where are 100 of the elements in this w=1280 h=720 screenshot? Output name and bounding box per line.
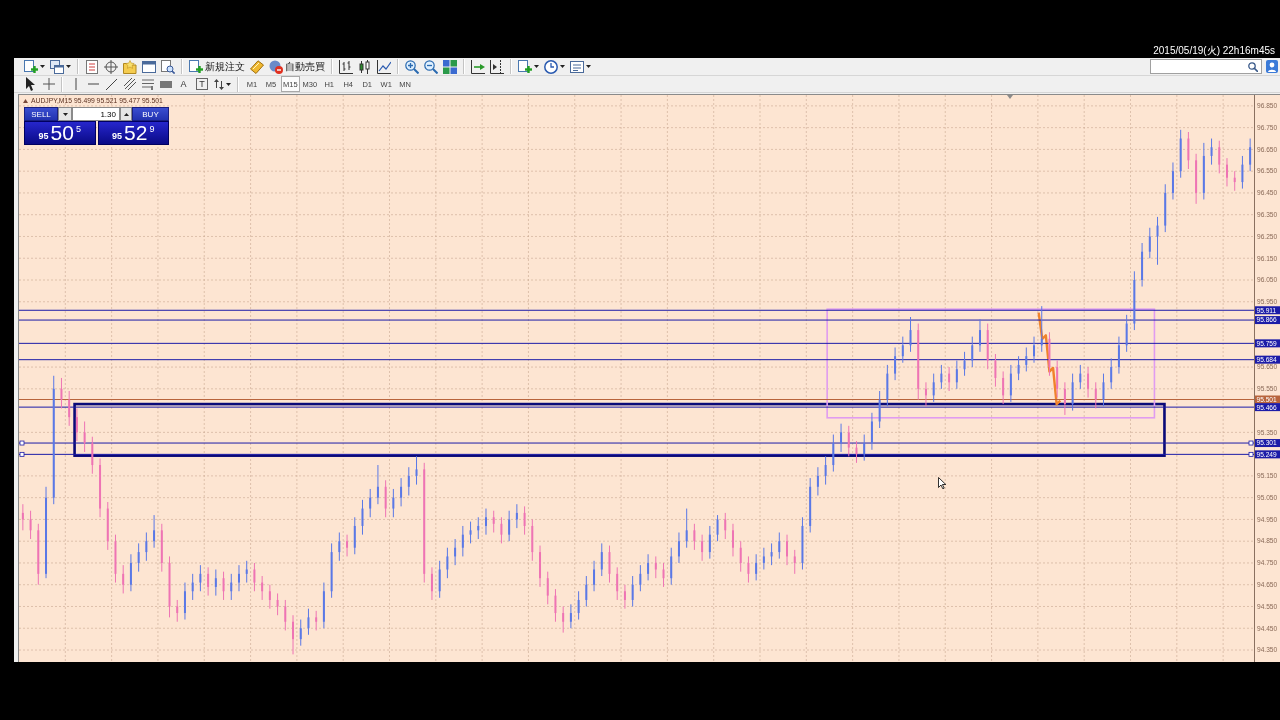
- candle: [670, 547, 673, 586]
- price-pips: 50: [50, 122, 74, 144]
- candle: [268, 584, 271, 610]
- candle: [322, 582, 325, 629]
- toolbar-button[interactable]: [469, 58, 487, 75]
- shift-marker-icon[interactable]: [1007, 95, 1013, 99]
- candle: [29, 510, 32, 540]
- candle: [863, 434, 866, 462]
- candle: [99, 458, 102, 518]
- candle: [1125, 314, 1128, 353]
- handle-icon[interactable]: [1248, 440, 1254, 446]
- toolbar-button[interactable]: [121, 76, 138, 92]
- toolbar-button[interactable]: [159, 58, 177, 75]
- candle: [438, 560, 441, 599]
- candle: [1233, 170, 1236, 192]
- candle: [762, 547, 765, 570]
- candle: [75, 407, 78, 442]
- candle: [809, 477, 812, 533]
- candle: [276, 592, 279, 616]
- candle: [261, 575, 264, 601]
- bar-chart-icon: [339, 59, 353, 74]
- candle: [1210, 138, 1213, 166]
- candle: [546, 571, 549, 605]
- candle: [878, 390, 881, 429]
- price-line[interactable]: [19, 309, 1254, 311]
- clock-icon: [544, 59, 558, 74]
- toolbar-button[interactable]: T: [196, 78, 208, 90]
- caret-down-icon: [62, 112, 68, 116]
- candle: [1102, 373, 1105, 407]
- fibonacci-icon: [141, 78, 154, 90]
- toolbar-button[interactable]: [212, 76, 233, 92]
- sell-button[interactable]: SELL: [24, 107, 58, 121]
- lots-up-button[interactable]: [120, 107, 132, 121]
- caret-icon: [66, 65, 71, 68]
- toolbar-button[interactable]: [488, 58, 506, 75]
- candle: [407, 466, 410, 496]
- candle: [122, 564, 125, 594]
- candle: [677, 532, 680, 564]
- candle: [515, 503, 518, 529]
- toolbar-button[interactable]: 新規注文: [187, 58, 247, 75]
- candle: [608, 545, 611, 584]
- toolbar-button[interactable]: [337, 58, 355, 75]
- caret-icon: [534, 65, 539, 68]
- price-line[interactable]: [19, 359, 1254, 361]
- candle: [446, 547, 449, 579]
- toolbar-button[interactable]: 自動売買: [267, 58, 327, 75]
- candle: [1040, 305, 1043, 353]
- handle-icon[interactable]: [19, 440, 25, 446]
- candle: [631, 575, 634, 607]
- candle: [1002, 370, 1005, 405]
- candle: [940, 364, 943, 390]
- candle: [338, 532, 341, 562]
- candle: [647, 553, 650, 581]
- candle: [1187, 131, 1190, 170]
- candle: [245, 560, 248, 584]
- handle-icon[interactable]: [19, 451, 25, 457]
- candle: [932, 373, 935, 403]
- toolbar-button[interactable]: [103, 76, 120, 92]
- candle: [986, 323, 989, 370]
- candle: [114, 534, 117, 584]
- candle: [461, 525, 464, 557]
- candle: [701, 534, 704, 562]
- candle: [716, 514, 719, 542]
- candle: [824, 455, 827, 486]
- search-field[interactable]: [1150, 59, 1262, 74]
- candle: [654, 555, 657, 579]
- candle: [801, 516, 804, 570]
- toolbar-button[interactable]: [542, 58, 567, 75]
- candle: [1094, 381, 1097, 409]
- candle: [1218, 140, 1221, 174]
- rectangle-shape[interactable]: [826, 308, 1156, 419]
- price-big-figure: 95: [112, 131, 123, 141]
- candle: [469, 521, 472, 544]
- window-icon: [142, 59, 156, 74]
- candle: [191, 573, 194, 601]
- toolbar-button[interactable]: [375, 58, 393, 75]
- candle: [1056, 360, 1059, 399]
- candle: [500, 516, 503, 544]
- candle: [1117, 336, 1120, 375]
- buy-button[interactable]: BUY: [132, 107, 169, 121]
- candle: [531, 518, 534, 562]
- candle: [68, 390, 71, 427]
- handle-icon[interactable]: [1248, 451, 1254, 457]
- candle: [1133, 270, 1136, 331]
- toolbar-button[interactable]: A: [175, 76, 192, 92]
- book-icon: [250, 59, 264, 74]
- candle: [948, 366, 951, 392]
- candle: [430, 566, 433, 601]
- candle: [1009, 364, 1012, 403]
- lots-field[interactable]: 1.30: [72, 107, 120, 121]
- lots-down-button[interactable]: [58, 107, 72, 121]
- candle: [315, 610, 318, 631]
- candle: [901, 336, 904, 364]
- candle: [600, 542, 603, 577]
- candle: [708, 525, 711, 560]
- triangle-icon: [23, 99, 28, 103]
- rectangle-shape[interactable]: [73, 402, 1166, 457]
- price-line[interactable]: [19, 342, 1254, 344]
- channel-icon: [123, 78, 136, 90]
- candle: [307, 608, 310, 636]
